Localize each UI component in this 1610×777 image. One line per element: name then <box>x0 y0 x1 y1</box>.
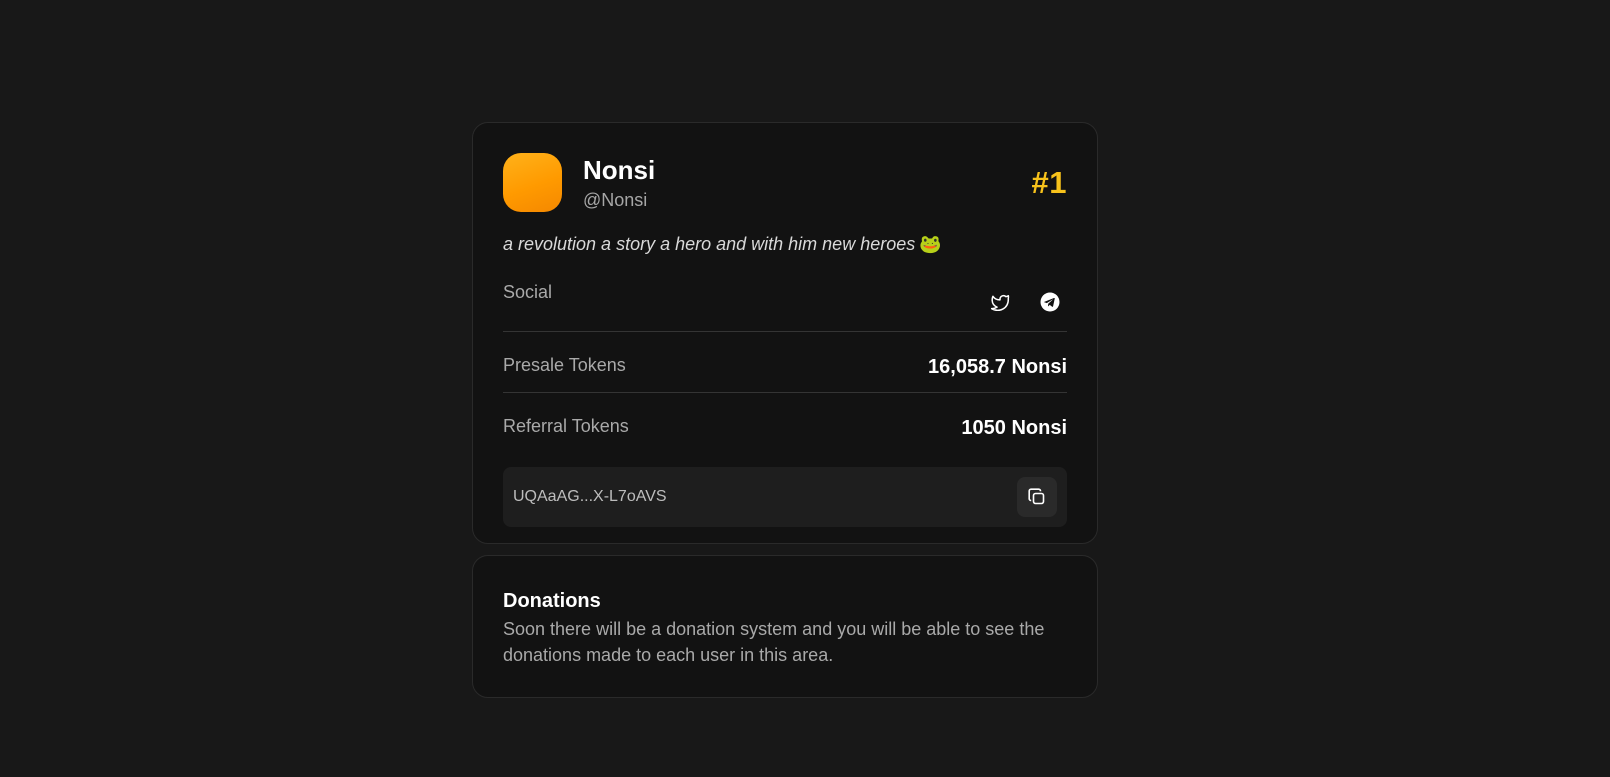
referral-tokens-label: Referral Tokens <box>503 416 629 436</box>
social-icons <box>985 287 1065 331</box>
profile-wrapper: Nonsi @Nonsi #1 a revolution a story a h… <box>472 122 1098 698</box>
avatar <box>503 153 562 212</box>
copy-button[interactable] <box>1017 477 1057 517</box>
display-name: Nonsi <box>583 154 656 185</box>
presale-tokens-label: Presale Tokens <box>503 355 626 375</box>
referral-tokens-value: 1050 Nonsi <box>961 417 1067 439</box>
telegram-icon[interactable] <box>1035 287 1065 317</box>
copy-icon <box>1028 488 1045 505</box>
names: Nonsi @Nonsi <box>583 155 655 211</box>
referral-tokens-row: Referral Tokens 1050 Nonsi <box>503 393 1067 453</box>
donations-card: Donations Soon there will be a donation … <box>472 555 1098 698</box>
presale-tokens-row: Presale Tokens 16,058.7 Nonsi <box>503 332 1067 393</box>
profile-card: Nonsi @Nonsi #1 a revolution a story a h… <box>472 122 1098 544</box>
rank-badge: #1 <box>1031 165 1067 200</box>
frog-emoji: 🐸 <box>919 234 942 254</box>
presale-tokens-value: 16,058.7 Nonsi <box>928 356 1067 378</box>
donations-title: Donations <box>503 590 601 612</box>
identity: Nonsi @Nonsi <box>503 153 655 212</box>
user-handle: @Nonsi <box>583 189 648 210</box>
wallet-address: UQAaAG...X-L7oAVS <box>513 488 667 505</box>
wallet-address-box: UQAaAG...X-L7oAVS <box>503 467 1067 527</box>
bio: a revolution a story a hero and with him… <box>503 233 1067 255</box>
profile-header: Nonsi @Nonsi #1 <box>503 153 1067 212</box>
donations-description: Soon there will be a donation system and… <box>503 619 1045 665</box>
bio-text: a revolution a story a hero and with him… <box>503 234 916 254</box>
social-label: Social <box>503 282 553 302</box>
twitter-icon[interactable] <box>985 287 1015 317</box>
social-row: Social <box>503 281 1067 332</box>
